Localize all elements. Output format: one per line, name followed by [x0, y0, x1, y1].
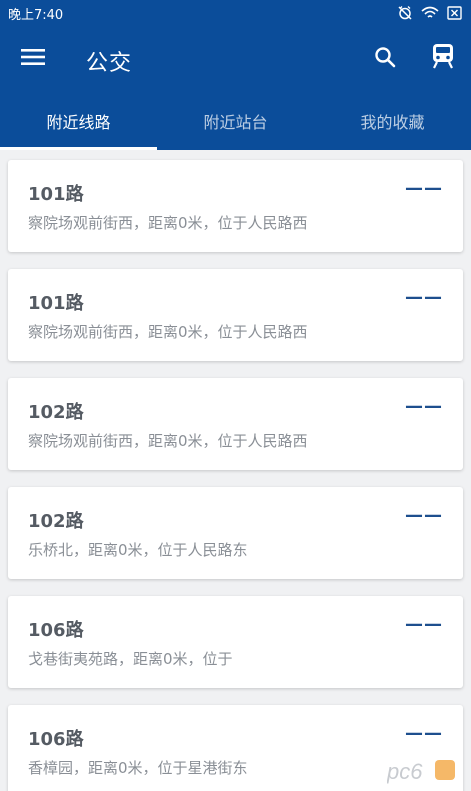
route-status: ——	[405, 505, 443, 526]
route-card[interactable]: 101路 察院场观前街西，距离0米，位于人民路西 ——	[8, 269, 463, 361]
page-title: 公交	[86, 51, 133, 76]
search-icon	[374, 46, 396, 72]
tab-nearby-stops[interactable]: 附近站台	[157, 92, 314, 150]
route-card[interactable]: 106路 戈巷街夷苑路，距离0米，位于 ——	[8, 596, 463, 688]
toolbar: 公交	[0, 26, 471, 92]
train-icon	[432, 43, 454, 73]
train-button[interactable]	[428, 43, 458, 73]
route-name: 106路	[28, 729, 84, 750]
route-name: 102路	[28, 511, 84, 532]
route-description: 察院场观前街西，距离0米，位于人民路西	[28, 214, 308, 232]
route-name: 101路	[28, 184, 84, 205]
route-description: 察院场观前街西，距离0米，位于人民路西	[28, 432, 308, 450]
alarm-off-icon	[397, 5, 413, 21]
wifi-icon	[421, 6, 439, 20]
watermark-logo: pc6	[387, 757, 457, 785]
route-status: ——	[405, 287, 443, 308]
tab-favorites[interactable]: 我的收藏	[314, 92, 471, 150]
route-status: ——	[405, 614, 443, 635]
watermark-text: pc6	[387, 759, 423, 784]
route-list: 101路 察院场观前街西，距离0米，位于人民路西 —— 101路 察院场观前街西…	[0, 150, 471, 791]
route-description: 乐桥北，距离0米，位于人民路东	[28, 541, 248, 559]
route-name: 106路	[28, 620, 84, 641]
search-button[interactable]	[370, 44, 400, 74]
status-bar: 晚上7:40	[0, 0, 471, 26]
route-description: 香樟园，距离0米，位于星港街东	[28, 759, 248, 777]
route-name: 102路	[28, 402, 84, 423]
route-description: 戈巷街夷苑路，距离0米，位于	[28, 650, 233, 668]
route-card[interactable]: 101路 察院场观前街西，距离0米，位于人民路西 ——	[8, 160, 463, 252]
route-description: 察院场观前街西，距离0米，位于人民路西	[28, 323, 308, 341]
route-card[interactable]: 102路 察院场观前街西，距离0米，位于人民路西 ——	[8, 378, 463, 470]
tab-bar: 附近线路 附近站台 我的收藏	[0, 92, 471, 150]
route-status: ——	[405, 396, 443, 417]
tab-nearby-routes[interactable]: 附近线路	[0, 92, 157, 150]
app-bar: 晚上7:40 公交 附近线路 附近站台 我的收藏	[0, 0, 471, 150]
route-card[interactable]: 102路 乐桥北，距离0米，位于人民路东 ——	[8, 487, 463, 579]
hamburger-menu-icon	[21, 47, 45, 71]
battery-x-icon	[447, 6, 463, 20]
status-time: 晚上7:40	[8, 7, 64, 23]
route-name: 101路	[28, 293, 84, 314]
menu-button[interactable]	[18, 44, 48, 74]
route-status: ——	[405, 178, 443, 199]
status-icons	[397, 5, 463, 21]
route-status: ——	[405, 723, 443, 744]
